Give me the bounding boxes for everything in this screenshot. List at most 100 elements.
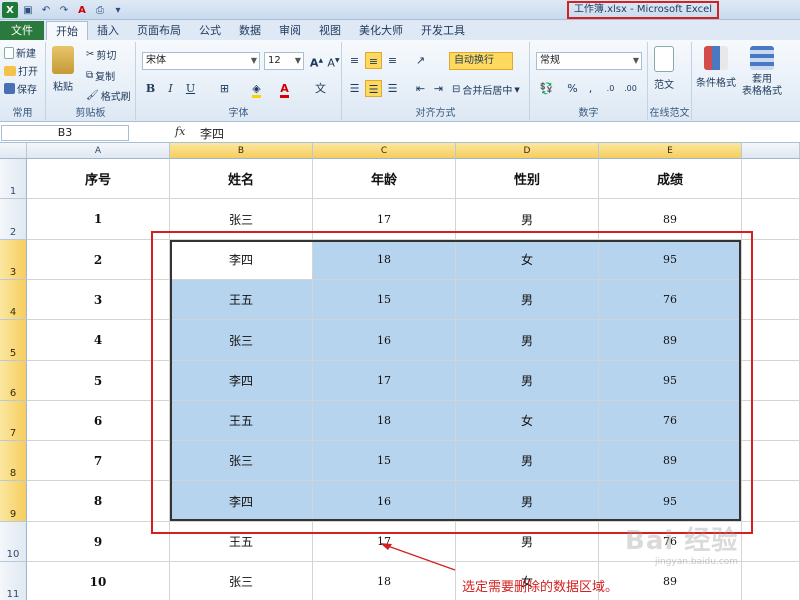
tab-data[interactable]: 数据 xyxy=(230,21,270,40)
column-header[interactable] xyxy=(742,143,800,159)
number-format-select[interactable]: 常规 ▼ xyxy=(536,52,642,70)
row-header[interactable]: 2 xyxy=(0,199,27,240)
table-cell[interactable]: 89 xyxy=(599,441,742,481)
table-cell[interactable]: 王五 xyxy=(170,522,313,562)
align-top-button[interactable]: ≡ xyxy=(346,52,363,69)
table-cell[interactable] xyxy=(742,562,800,600)
row-header[interactable]: 4 xyxy=(0,280,27,320)
paste-button[interactable]: 粘贴 xyxy=(52,46,74,93)
column-header[interactable]: B xyxy=(170,143,313,159)
undo-icon[interactable]: ↶ xyxy=(38,2,54,18)
open-button[interactable]: 打开 xyxy=(4,63,38,78)
tab-formulas[interactable]: 公式 xyxy=(190,21,230,40)
font-size-select[interactable]: 12 ▼ xyxy=(264,52,304,70)
font-color-button[interactable]: A xyxy=(276,80,293,98)
table-cell[interactable]: 7 xyxy=(27,441,170,481)
table-cell[interactable]: 18 xyxy=(313,562,456,600)
table-cell[interactable] xyxy=(742,240,800,280)
table-cell[interactable]: 4 xyxy=(27,320,170,361)
table-cell[interactable]: 95 xyxy=(599,240,742,280)
table-cell[interactable]: 17 xyxy=(313,199,456,240)
table-cell[interactable]: 张三 xyxy=(170,562,313,600)
table-cell[interactable]: 男 xyxy=(456,199,599,240)
table-cell[interactable] xyxy=(742,522,800,562)
column-header[interactable]: C xyxy=(313,143,456,159)
table-cell[interactable]: 张三 xyxy=(170,199,313,240)
table-cell[interactable]: 15 xyxy=(313,280,456,320)
row-header[interactable]: 8 xyxy=(0,441,27,481)
fill-color-button[interactable]: ◈ xyxy=(248,80,265,98)
table-cell[interactable]: 王五 xyxy=(170,401,313,441)
name-box[interactable]: B3 xyxy=(1,125,129,141)
table-cell[interactable]: 女 xyxy=(456,240,599,280)
table-cell[interactable]: 男 xyxy=(456,280,599,320)
format-painter-button[interactable]: 🖌 格式刷 xyxy=(86,88,131,103)
table-cell[interactable] xyxy=(742,481,800,522)
table-cell[interactable]: 王五 xyxy=(170,280,313,320)
template-button[interactable]: 范文 xyxy=(654,46,674,91)
table-cell[interactable]: 男 xyxy=(456,320,599,361)
format-as-table-button[interactable]: 套用 表格格式 xyxy=(742,46,782,98)
increase-indent-button[interactable]: ⇥ xyxy=(430,80,447,97)
table-cell[interactable] xyxy=(742,361,800,401)
save-icon[interactable]: ▣ xyxy=(20,2,36,18)
cut-button[interactable]: ✂ 剪切 xyxy=(86,47,116,62)
table-cell[interactable]: 18 xyxy=(313,401,456,441)
merge-center-button[interactable]: ⊟ 合并后居中 ▼ xyxy=(452,82,520,97)
table-cell[interactable]: 17 xyxy=(313,522,456,562)
table-cell[interactable]: 2 xyxy=(27,240,170,280)
border-button[interactable]: ⊞ xyxy=(216,80,233,97)
align-bottom-button[interactable]: ≡ xyxy=(384,52,401,69)
table-cell[interactable]: 95 xyxy=(599,481,742,522)
header-cell[interactable]: 姓名 xyxy=(170,159,313,199)
tab-page-layout[interactable]: 页面布局 xyxy=(128,21,190,40)
row-header[interactable]: 7 xyxy=(0,401,27,441)
save-button[interactable]: 保存 xyxy=(4,81,37,96)
bold-button[interactable]: B xyxy=(142,80,159,97)
tab-home[interactable]: 开始 xyxy=(46,21,88,40)
phonetic-button[interactable]: 文 xyxy=(312,80,329,97)
table-cell[interactable]: 男 xyxy=(456,361,599,401)
table-cell[interactable]: 张三 xyxy=(170,320,313,361)
table-cell[interactable]: 5 xyxy=(27,361,170,401)
table-cell[interactable]: 10 xyxy=(27,562,170,600)
formula-input[interactable]: 李四 xyxy=(200,125,224,142)
tab-insert[interactable]: 插入 xyxy=(88,21,128,40)
table-cell[interactable]: 男 xyxy=(456,522,599,562)
table-cell[interactable]: 16 xyxy=(313,320,456,361)
tab-review[interactable]: 审阅 xyxy=(270,21,310,40)
row-header[interactable]: 10 xyxy=(0,522,27,562)
table-cell[interactable]: 男 xyxy=(456,481,599,522)
shrink-font-button[interactable]: A▼ xyxy=(325,52,342,70)
table-cell[interactable]: 89 xyxy=(599,199,742,240)
row-header[interactable]: 5 xyxy=(0,320,27,361)
orientation-button[interactable]: ↗ xyxy=(412,52,429,69)
table-cell[interactable]: 15 xyxy=(313,441,456,481)
table-cell[interactable]: 95 xyxy=(599,361,742,401)
table-cell[interactable] xyxy=(742,280,800,320)
table-cell[interactable]: 9 xyxy=(27,522,170,562)
underline-button[interactable]: U xyxy=(182,80,199,97)
redo-icon[interactable]: ↷ xyxy=(56,2,72,18)
table-cell[interactable]: 张三 xyxy=(170,441,313,481)
percent-button[interactable]: % xyxy=(564,80,581,97)
table-cell[interactable]: 李四 xyxy=(170,481,313,522)
row-header[interactable]: 3 xyxy=(0,240,27,280)
font-color-icon[interactable]: A xyxy=(74,2,90,18)
header-cell[interactable] xyxy=(742,159,800,199)
table-cell[interactable] xyxy=(742,199,800,240)
currency-button[interactable]: 💱 xyxy=(538,80,555,97)
tab-view[interactable]: 视图 xyxy=(310,21,350,40)
table-cell[interactable]: 17 xyxy=(313,361,456,401)
align-right-button[interactable]: ☰ xyxy=(384,80,401,97)
header-cell[interactable]: 成绩 xyxy=(599,159,742,199)
comma-button[interactable]: , xyxy=(582,80,599,97)
row-header[interactable]: 1 xyxy=(0,159,27,199)
table-cell[interactable]: 16 xyxy=(313,481,456,522)
header-cell[interactable]: 年龄 xyxy=(313,159,456,199)
select-all-corner[interactable] xyxy=(0,143,27,159)
table-cell[interactable]: 89 xyxy=(599,562,742,600)
align-middle-button[interactable]: ≡ xyxy=(365,52,382,69)
table-cell[interactable]: 76 xyxy=(599,401,742,441)
increase-decimal-button[interactable]: .0 xyxy=(602,80,619,97)
